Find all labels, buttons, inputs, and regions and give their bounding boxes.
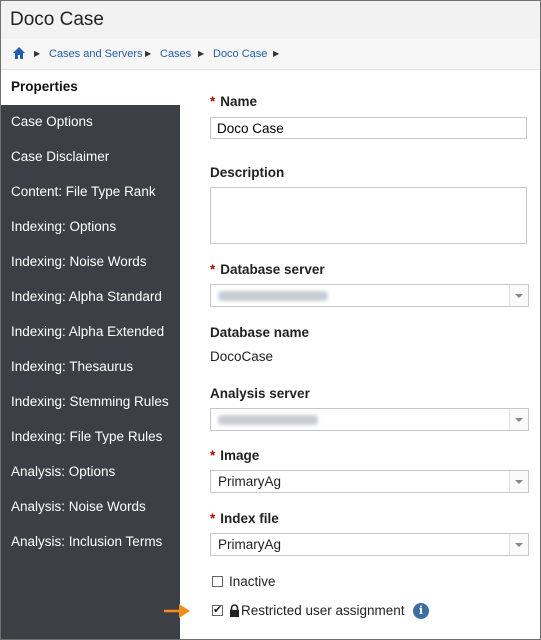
breadcrumb-separator-icon: ▶ [273, 49, 280, 58]
sidebar-item-content-file-type-rank[interactable]: Content: File Type Rank [1, 175, 180, 210]
sidebar-item-label: Content: File Type Rank [11, 184, 156, 199]
home-icon[interactable] [12, 46, 26, 60]
description-field[interactable] [210, 187, 527, 244]
sidebar-item-case-disclaimer[interactable]: Case Disclaimer [1, 140, 180, 175]
sidebar-item-label: Analysis: Noise Words [11, 499, 146, 514]
redacted-value [218, 291, 328, 301]
description-label: Description [210, 165, 285, 180]
page-title: Doco Case [10, 9, 104, 30]
sidebar-item-indexing-options[interactable]: Indexing: Options [1, 210, 180, 245]
name-label: * Name [210, 94, 258, 109]
restricted-user-assignment-label: Restricted user assignment [241, 603, 405, 618]
name-field[interactable] [210, 117, 527, 139]
sidebar-item-label: Case Disclaimer [11, 149, 110, 164]
breadcrumb-separator-icon: ▶ [145, 49, 152, 58]
breadcrumb-cases-and-servers[interactable]: Cases and Servers [49, 48, 143, 60]
sidebar-item-label: Indexing: Stemming Rules [11, 394, 169, 409]
info-icon[interactable]: i [413, 603, 429, 619]
required-marker: * [210, 94, 216, 109]
breadcrumb-cases[interactable]: Cases [160, 48, 191, 60]
sidebar-item-indexing-thesaurus[interactable]: Indexing: Thesaurus [1, 350, 180, 385]
chevron-down-icon[interactable] [509, 471, 528, 492]
database-name-label: Database name [210, 325, 310, 340]
required-marker: * [210, 262, 216, 277]
inactive-label: Inactive [229, 574, 276, 589]
inactive-checkbox[interactable] [212, 576, 223, 587]
sidebar-item-label: Indexing: Alpha Standard [11, 289, 162, 304]
database-server-label: * Database server [210, 262, 325, 277]
sidebar-item-label: Indexing: File Type Rules [11, 429, 163, 444]
case-properties-window: Doco Case ▶ Cases and Servers ▶ Cases ▶ … [0, 0, 541, 640]
analysis-server-label: Analysis server [210, 386, 310, 401]
required-marker: * [210, 448, 216, 463]
chevron-down-icon[interactable] [509, 285, 528, 306]
sidebar-item-analysis-noise-words[interactable]: Analysis: Noise Words [1, 490, 180, 525]
arrow-right-icon [164, 604, 190, 618]
database-server-select[interactable] [210, 284, 529, 307]
sidebar-item-label: Indexing: Thesaurus [11, 359, 134, 374]
lock-icon [230, 604, 239, 617]
sidebar-item-indexing-alpha-standard[interactable]: Indexing: Alpha Standard [1, 280, 180, 315]
sidebar-item-label: Indexing: Noise Words [11, 254, 147, 269]
image-select[interactable]: PrimaryAg [210, 470, 529, 493]
index-file-select-value: PrimaryAg [218, 537, 282, 552]
sidebar-item-indexing-stemming-rules[interactable]: Indexing: Stemming Rules [1, 385, 180, 420]
index-file-select[interactable]: PrimaryAg [210, 533, 529, 556]
sidebar-item-label: Indexing: Options [11, 219, 117, 234]
sidebar-item-case-options[interactable]: Case Options [1, 105, 180, 140]
sidebar-item-label: Analysis: Options [11, 464, 116, 479]
breadcrumb-doco-case[interactable]: Doco Case [213, 48, 267, 60]
sidebar: Properties Case Options Case Disclaimer … [1, 70, 180, 639]
image-label: * Image [210, 448, 260, 463]
breadcrumb-separator-icon: ▶ [198, 49, 205, 58]
sidebar-item-indexing-alpha-extended[interactable]: Indexing: Alpha Extended [1, 315, 180, 350]
analysis-server-select[interactable] [210, 408, 529, 431]
sidebar-item-indexing-noise-words[interactable]: Indexing: Noise Words [1, 245, 180, 280]
sidebar-item-indexing-file-type-rules[interactable]: Indexing: File Type Rules [1, 420, 180, 455]
sidebar-item-label: Indexing: Alpha Extended [11, 324, 165, 339]
sidebar-item-analysis-inclusion-terms[interactable]: Analysis: Inclusion Terms [1, 525, 180, 560]
index-file-label: * Index file [210, 511, 279, 526]
database-name-value: DocoCase [210, 349, 274, 364]
chevron-down-icon[interactable] [509, 409, 528, 430]
breadcrumb: ▶ Cases and Servers ▶ Cases ▶ Doco Case … [1, 39, 540, 70]
properties-form: *Name Description *Database server Datab… [180, 70, 540, 639]
sidebar-item-label: Properties [11, 79, 78, 94]
sidebar-item-label: Case Options [11, 114, 93, 129]
chevron-down-icon[interactable] [509, 534, 528, 555]
breadcrumb-separator-icon: ▶ [34, 49, 41, 58]
required-marker: * [210, 511, 216, 526]
image-select-value: PrimaryAg [218, 474, 282, 489]
sidebar-item-analysis-options[interactable]: Analysis: Options [1, 455, 180, 490]
title-bar: Doco Case [1, 1, 540, 40]
sidebar-item-label: Analysis: Inclusion Terms [11, 534, 163, 549]
redacted-value [218, 415, 318, 425]
sidebar-item-properties[interactable]: Properties [1, 70, 180, 105]
restricted-user-assignment-checkbox[interactable] [212, 603, 223, 616]
